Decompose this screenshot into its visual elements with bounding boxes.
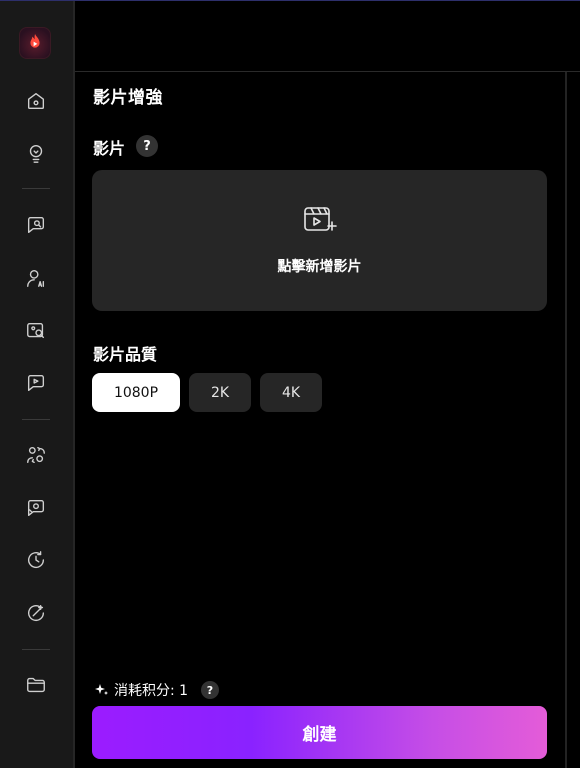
page-title: 影片增強 — [93, 88, 163, 108]
add-video-icon — [303, 206, 337, 236]
video-help-icon[interactable]: ? — [136, 135, 158, 157]
video-upload-area[interactable]: 點擊新增影片 — [92, 170, 547, 311]
quality-option-1080p[interactable]: 1080P — [92, 373, 180, 412]
flame-play-icon — [30, 33, 40, 48]
app-logo[interactable] — [19, 27, 51, 59]
cost-indicator: 消耗积分: 1 — [94, 680, 188, 700]
ai-avatar-icon[interactable] — [24, 266, 48, 290]
chat-search-icon[interactable] — [24, 213, 48, 237]
face-swap-icon[interactable] — [24, 443, 48, 467]
sidebar — [0, 1, 73, 768]
sidebar-divider — [22, 188, 50, 189]
folder-icon[interactable] — [24, 673, 48, 697]
image-search-icon[interactable] — [24, 319, 48, 343]
lightbulb-icon[interactable] — [24, 141, 48, 165]
sidebar-divider — [22, 649, 50, 650]
quality-option-4k[interactable]: 4K — [260, 373, 322, 412]
cost-label: 消耗积分: 1 — [114, 683, 189, 699]
scrollbar-track[interactable] — [565, 72, 567, 768]
cost-help-icon[interactable]: ? — [201, 681, 219, 699]
quality-section-label: 影片品質 — [93, 345, 158, 364]
window-top-border — [0, 0, 580, 1]
video-section-label: 影片 — [93, 139, 126, 158]
video-swap-icon[interactable] — [24, 371, 48, 395]
upload-label: 點擊新增影片 — [277, 259, 362, 275]
magic-wand-icon[interactable] — [24, 601, 48, 625]
sparkle-icon — [94, 682, 110, 698]
header-divider — [75, 71, 580, 72]
sidebar-divider — [22, 419, 50, 420]
sidebar-separator — [73, 1, 75, 768]
video-chat-icon[interactable] — [24, 496, 48, 520]
home-icon[interactable] — [24, 89, 48, 113]
refresh-timer-icon[interactable] — [24, 548, 48, 572]
quality-option-2k[interactable]: 2K — [189, 373, 251, 412]
create-button[interactable]: 創建 — [92, 706, 547, 759]
